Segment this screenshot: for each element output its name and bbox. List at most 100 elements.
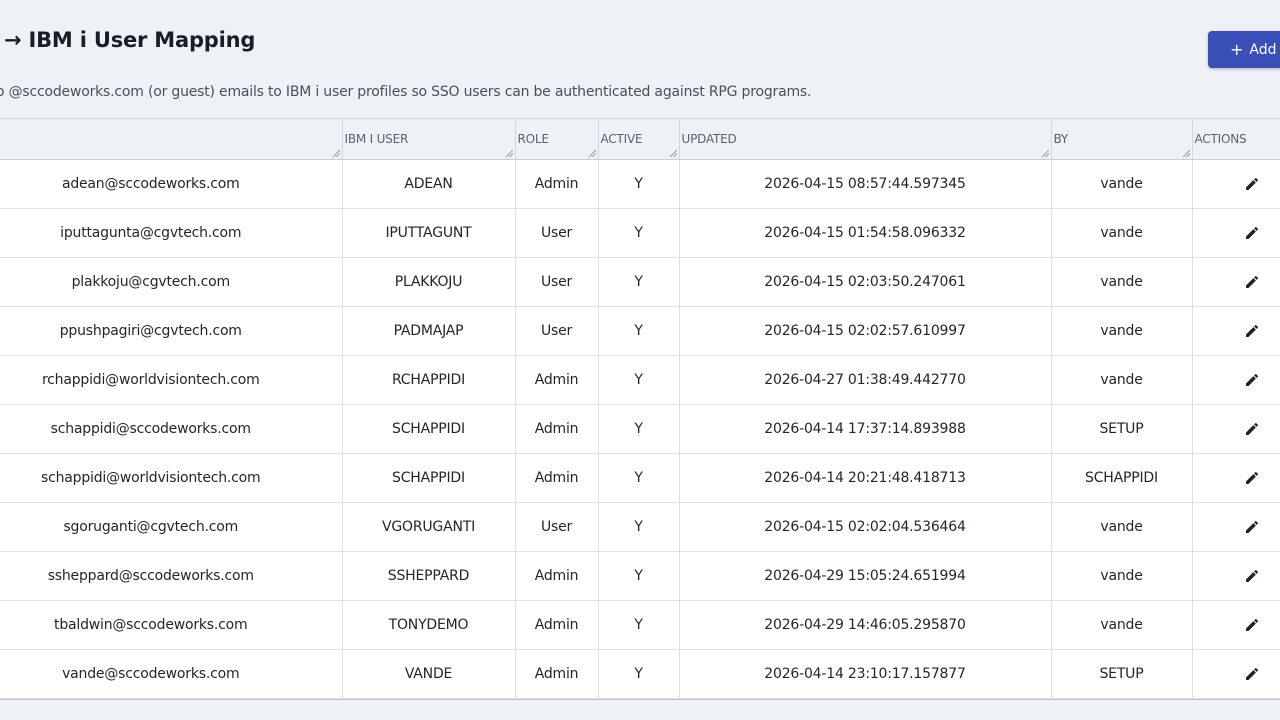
cell-active: Y	[598, 502, 680, 552]
column-resize-handle[interactable]	[669, 150, 677, 157]
cell-by: vande	[1051, 208, 1193, 258]
column-resize-handle[interactable]	[1041, 150, 1049, 157]
cell-actions	[1192, 355, 1280, 405]
pencil-icon[interactable]	[1244, 666, 1260, 682]
cell-active: Y	[598, 404, 680, 454]
column-resize-handle[interactable]	[505, 150, 513, 157]
column-header-role[interactable]: ROLE	[515, 119, 599, 160]
cell-role: User	[515, 257, 599, 307]
cell-email: tbaldwin@sccodeworks.com	[0, 600, 343, 650]
column-header-actions: ACTIONS	[1192, 119, 1280, 160]
cell-role: Admin	[515, 159, 599, 209]
cell-actions	[1192, 208, 1280, 258]
cell-updated: 2026-04-27 01:38:49.442770	[679, 355, 1052, 405]
pencil-icon[interactable]	[1244, 421, 1260, 437]
cell-by: vande	[1051, 355, 1193, 405]
column-resize-handle[interactable]	[332, 150, 340, 157]
cell-updated: 2026-04-15 08:57:44.597345	[679, 159, 1052, 209]
cell-updated: 2026-04-29 14:46:05.295870	[679, 600, 1052, 650]
cell-by: vande	[1051, 502, 1193, 552]
cell-active: Y	[598, 355, 680, 405]
cell-updated: 2026-04-15 02:02:57.610997	[679, 306, 1052, 356]
table-row[interactable]: adean@sccodeworks.com ADEAN Admin Y 2026…	[0, 159, 1280, 209]
cell-ibm-user: SCHAPPIDI	[342, 404, 516, 454]
cell-role: Admin	[515, 453, 599, 503]
cell-active: Y	[598, 649, 680, 699]
cell-by: vande	[1051, 551, 1193, 601]
cell-by: vande	[1051, 600, 1193, 650]
cell-role: Admin	[515, 551, 599, 601]
column-header-active[interactable]: ACTIVE	[598, 119, 680, 160]
table-row[interactable]: schappidi@sccodeworks.com SCHAPPIDI Admi…	[0, 404, 1280, 454]
add-button-label: Add	[1249, 41, 1277, 58]
table-row[interactable]: vande@sccodeworks.com VANDE Admin Y 2026…	[0, 649, 1280, 699]
cell-actions	[1192, 502, 1280, 552]
user-mapping-table: IBM i USER ROLE ACTIVE UPDATED BY ACTION…	[0, 118, 1280, 700]
table-row[interactable]: ssheppard@sccodeworks.com SSHEPPARD Admi…	[0, 551, 1280, 601]
table-header-row: IBM i USER ROLE ACTIVE UPDATED BY ACTION…	[0, 119, 1280, 160]
cell-actions	[1192, 404, 1280, 454]
cell-updated: 2026-04-15 02:03:50.247061	[679, 257, 1052, 307]
column-header-updated[interactable]: UPDATED	[679, 119, 1052, 160]
pencil-icon[interactable]	[1244, 323, 1260, 339]
cell-active: Y	[598, 257, 680, 307]
cell-by: vande	[1051, 306, 1193, 356]
column-resize-handle[interactable]	[588, 150, 596, 157]
column-header-by[interactable]: BY	[1051, 119, 1193, 160]
column-resize-handle[interactable]	[1182, 150, 1190, 157]
pencil-icon[interactable]	[1244, 274, 1260, 290]
user-mapping-page: → IBM i User Mapping o @sccodeworks.com …	[0, 0, 1280, 720]
column-header-email[interactable]	[0, 119, 343, 160]
cell-email: schappidi@sccodeworks.com	[0, 404, 343, 454]
pencil-icon[interactable]	[1244, 372, 1260, 388]
page-description: o @sccodeworks.com (or guest) emails to …	[0, 84, 812, 100]
cell-by: SCHAPPIDI	[1051, 453, 1193, 503]
cell-active: Y	[598, 208, 680, 258]
column-header-ibm-user[interactable]: IBM i USER	[342, 119, 516, 160]
cell-email: adean@sccodeworks.com	[0, 159, 343, 209]
plus-icon: +	[1230, 39, 1244, 59]
cell-actions	[1192, 600, 1280, 650]
cell-active: Y	[598, 600, 680, 650]
cell-by: vande	[1051, 257, 1193, 307]
table-row[interactable]: ppushpagiri@cgvtech.com PADMAJAP User Y …	[0, 306, 1280, 356]
cell-actions	[1192, 159, 1280, 209]
cell-updated: 2026-04-29 15:05:24.651994	[679, 551, 1052, 601]
cell-by: SETUP	[1051, 649, 1193, 699]
pencil-icon[interactable]	[1244, 225, 1260, 241]
cell-by: vande	[1051, 159, 1193, 209]
cell-ibm-user: TONYDEMO	[342, 600, 516, 650]
pencil-icon[interactable]	[1244, 470, 1260, 486]
pencil-icon[interactable]	[1244, 617, 1260, 633]
table-row[interactable]: tbaldwin@sccodeworks.com TONYDEMO Admin …	[0, 600, 1280, 650]
pencil-icon[interactable]	[1244, 568, 1260, 584]
table-row[interactable]: plakkoju@cgvtech.com PLAKKOJU User Y 202…	[0, 257, 1280, 307]
cell-ibm-user: PADMAJAP	[342, 306, 516, 356]
cell-role: User	[515, 208, 599, 258]
cell-email: vande@sccodeworks.com	[0, 649, 343, 699]
add-mapping-button[interactable]: + Add	[1208, 31, 1280, 68]
cell-ibm-user: SSHEPPARD	[342, 551, 516, 601]
cell-email: ppushpagiri@cgvtech.com	[0, 306, 343, 356]
table-row[interactable]: iputtagunta@cgvtech.com IPUTTAGUNT User …	[0, 208, 1280, 258]
pencil-icon[interactable]	[1244, 519, 1260, 535]
cell-email: plakkoju@cgvtech.com	[0, 257, 343, 307]
cell-actions	[1192, 551, 1280, 601]
cell-active: Y	[598, 453, 680, 503]
cell-email: sgoruganti@cgvtech.com	[0, 502, 343, 552]
cell-role: Admin	[515, 355, 599, 405]
cell-actions	[1192, 306, 1280, 356]
cell-role: Admin	[515, 649, 599, 699]
cell-email: schappidi@worldvisiontech.com	[0, 453, 343, 503]
pencil-icon[interactable]	[1244, 176, 1260, 192]
table-body: adean@sccodeworks.com ADEAN Admin Y 2026…	[0, 159, 1280, 699]
cell-ibm-user: ADEAN	[342, 159, 516, 209]
cell-active: Y	[598, 306, 680, 356]
cell-updated: 2026-04-14 17:37:14.893988	[679, 404, 1052, 454]
table-row[interactable]: sgoruganti@cgvtech.com VGORUGANTI User Y…	[0, 502, 1280, 552]
cell-ibm-user: PLAKKOJU	[342, 257, 516, 307]
table-row[interactable]: schappidi@worldvisiontech.com SCHAPPIDI …	[0, 453, 1280, 503]
cell-ibm-user: VGORUGANTI	[342, 502, 516, 552]
cell-role: Admin	[515, 600, 599, 650]
table-row[interactable]: rchappidi@worldvisiontech.com RCHAPPIDI …	[0, 355, 1280, 405]
